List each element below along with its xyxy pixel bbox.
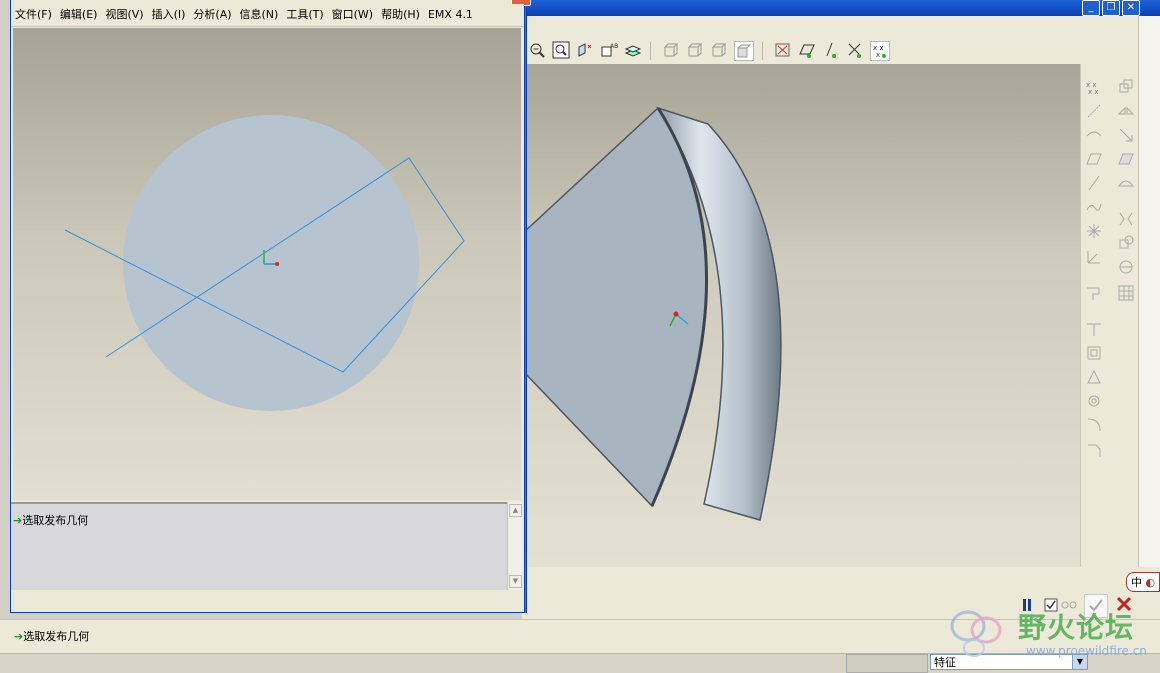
menu-info[interactable]: 信息(N)	[236, 4, 283, 26]
curve-icon[interactable]	[1085, 198, 1103, 216]
part-model	[522, 106, 782, 521]
message-arrow-icon: ➔	[13, 514, 23, 527]
front-message-line: ➔选取发布几何	[13, 514, 88, 528]
sweep-icon[interactable]	[1085, 344, 1103, 362]
menu-view[interactable]: 视图(V)	[101, 4, 147, 26]
menu-tools[interactable]: 工具(T)	[282, 4, 327, 26]
sketched-datum-icon[interactable]: x xx x	[1085, 78, 1103, 96]
scroll-down-icon[interactable]: ▼	[509, 575, 522, 588]
chamfer-icon[interactable]	[1085, 442, 1103, 460]
sketch-line-icon[interactable]	[1085, 174, 1103, 192]
blend-icon[interactable]	[1085, 368, 1103, 386]
datum-point-icon[interactable]	[1085, 222, 1103, 240]
boundary-icon[interactable]	[1117, 174, 1135, 192]
watermark-title: 野火论坛	[1018, 611, 1135, 644]
annotation-icon[interactable]: x xx	[870, 41, 890, 61]
main-message-text: 选取发布几何	[23, 630, 90, 643]
datum-plane-icon[interactable]	[1085, 150, 1103, 168]
menu-help[interactable]: 帮助(H)	[377, 4, 424, 26]
main-toolbar: AB x xx	[522, 38, 1138, 65]
svg-text:x: x	[876, 51, 880, 59]
main-window-titlebar: _ ❐ ✕	[522, 0, 1160, 16]
menu-insert[interactable]: 插入(I)	[148, 4, 190, 26]
moon-icon: ◐	[1145, 576, 1156, 589]
close-button[interactable]: ✕	[1122, 0, 1140, 16]
menu-window[interactable]: 窗口(W)	[328, 4, 377, 26]
watermark-url: www.proewildfire.cn	[1026, 644, 1147, 658]
shading-icon[interactable]	[734, 41, 754, 61]
front-message-text: 选取发布几何	[22, 514, 89, 527]
datum-curve-icon[interactable]	[1085, 126, 1103, 144]
mirror-icon[interactable]	[1117, 102, 1135, 120]
scroll-up-icon[interactable]: ▲	[509, 504, 522, 517]
fill-icon[interactable]	[1117, 150, 1135, 168]
sketch-model	[64, 115, 465, 411]
front-status-strip	[11, 590, 524, 612]
datum-axes-icon[interactable]	[798, 41, 816, 59]
watermark: 野火论坛 www.proewildfire.cn	[946, 604, 1160, 664]
intersect-icon[interactable]	[1117, 210, 1135, 228]
main-message-line: ➔选取发布几何	[14, 630, 89, 644]
layers-icon[interactable]	[624, 41, 642, 59]
main-menubar	[522, 16, 1138, 39]
message-scrollbar[interactable]: ▲ ▼	[507, 502, 522, 590]
datum-axis-icon[interactable]	[1085, 102, 1103, 120]
status-field	[846, 654, 928, 673]
front-message-area: ➔选取发布几何	[11, 502, 507, 592]
no-hidden-icon[interactable]	[710, 41, 728, 59]
minimize-button[interactable]: _	[1082, 0, 1100, 16]
toolbar-separator	[650, 42, 651, 60]
front-graphics-area[interactable]	[13, 28, 521, 500]
main-vertical-scrollbar[interactable]	[1138, 16, 1160, 567]
refit-icon[interactable]	[552, 41, 570, 59]
menu-emx[interactable]: EMX 4.1	[424, 4, 477, 26]
svg-text:x x: x x	[1088, 88, 1099, 96]
thicken-icon[interactable]	[1117, 258, 1135, 276]
round-icon[interactable]	[1085, 416, 1103, 434]
orient-icon[interactable]	[576, 41, 594, 59]
ime-label: 中	[1131, 576, 1142, 589]
table-icon[interactable]	[1117, 284, 1135, 302]
circular-surface	[123, 115, 419, 411]
copy-icon[interactable]	[1117, 78, 1135, 96]
offset-icon[interactable]	[1117, 234, 1135, 252]
menu-edit[interactable]: 编辑(E)	[56, 4, 102, 26]
hole-icon[interactable]	[1085, 392, 1103, 410]
revolve-icon[interactable]	[1085, 320, 1103, 338]
front-menubar: 文件(F) 编辑(E) 视图(V) 插入(I) 分析(A) 信息(N) 工具(T) 窗口(W)…	[11, 4, 524, 27]
coord-sys-icon[interactable]	[846, 41, 864, 59]
main-graphics-area[interactable]	[522, 64, 1080, 567]
hidden-line-icon[interactable]	[686, 41, 704, 59]
extrude-icon[interactable]	[1085, 284, 1103, 302]
menu-analysis[interactable]: 分析(A)	[189, 4, 235, 26]
restore-button[interactable]: ❐	[1102, 0, 1120, 16]
wireframe-icon[interactable]	[662, 41, 680, 59]
ime-indicator[interactable]: 中 ◐	[1126, 572, 1160, 592]
saved-views-icon[interactable]: AB	[600, 41, 618, 59]
front-window: 文件(F) 编辑(E) 视图(V) 插入(I) 分析(A) 信息(N) 工具(T) 窗口(W)…	[10, 0, 531, 613]
svg-text:AB: AB	[610, 43, 618, 50]
toolbar-separator	[762, 42, 763, 60]
zoom-out-icon[interactable]	[528, 41, 546, 59]
move-icon[interactable]	[1117, 126, 1135, 144]
menu-file[interactable]: 文件(F)	[11, 4, 56, 26]
datum-feature-toolbar: x xx x	[1080, 64, 1139, 567]
coord-system-icon[interactable]	[1085, 248, 1103, 266]
datum-points-icon[interactable]	[822, 41, 840, 59]
message-arrow-icon: ➔	[14, 630, 24, 643]
datum-planes-icon[interactable]	[774, 41, 792, 59]
